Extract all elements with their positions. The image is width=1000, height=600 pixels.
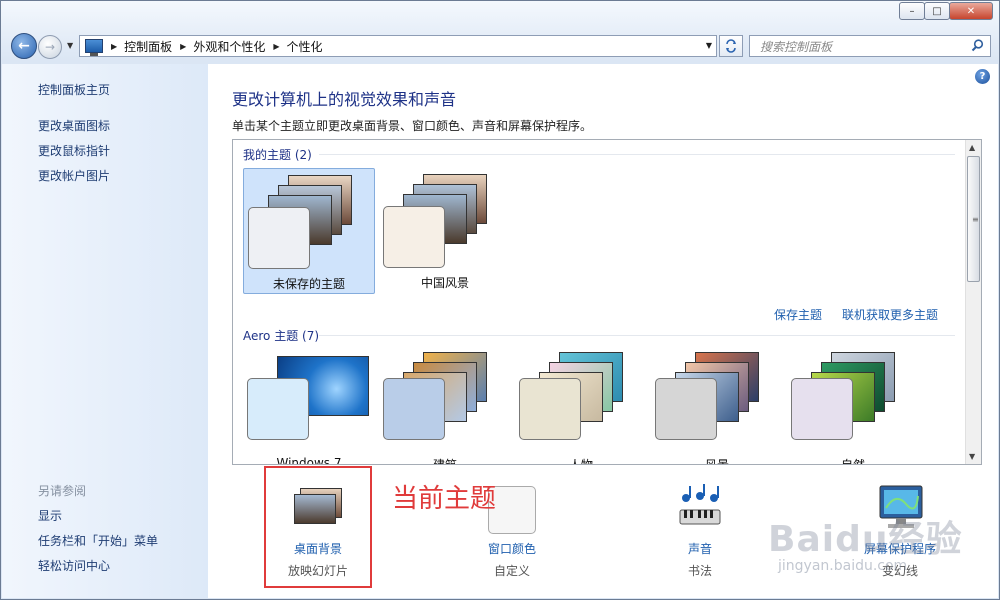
theme-color-swatch — [655, 378, 717, 440]
theme-label: 建筑 — [432, 458, 457, 465]
sidebar: 控制面板主页 更改桌面图标 更改鼠标指针 更改帐户图片 另请参阅 显示 任务栏和… — [2, 64, 208, 598]
search-icon[interactable] — [971, 39, 984, 52]
sidebar-link-taskbar[interactable]: 任务栏和「开始」菜单 — [38, 532, 158, 549]
theme-label: 自然 — [840, 458, 865, 465]
close-button[interactable]: ✕ — [949, 2, 993, 20]
scroll-grip-icon: ≡ — [972, 215, 979, 224]
breadcrumb-personalization[interactable]: 个性化 — [287, 38, 323, 55]
sidebar-link-ease-of-access[interactable]: 轻松访问中心 — [38, 557, 110, 574]
theme-windows-7[interactable]: Windows 7 — [243, 350, 375, 465]
music-notes-icon — [679, 484, 721, 525]
theme-label: Windows 7 — [276, 456, 342, 465]
theme-label: 人物 — [568, 458, 593, 465]
search-input[interactable]: 搜索控制面板 — [749, 35, 991, 57]
theme-architecture[interactable]: 建筑 — [379, 350, 511, 465]
back-button[interactable]: ← — [11, 33, 37, 59]
sounds-item[interactable]: 声音 书法 — [650, 474, 750, 584]
sounds-value: 书法 — [687, 564, 712, 578]
refresh-icon — [726, 39, 736, 53]
theme-unsaved[interactable]: 未保存的主题 — [243, 168, 375, 294]
sidebar-link-mouse-pointers[interactable]: 更改鼠标指针 — [38, 142, 110, 159]
theme-color-swatch — [248, 207, 310, 269]
chevron-right-icon[interactable]: ▶ — [111, 42, 117, 51]
address-bar[interactable]: ▶ 控制面板 ▶ 外观和个性化 ▶ 个性化 ▼ — [79, 35, 717, 57]
window-color-value: 自定义 — [493, 564, 530, 578]
refresh-button[interactable] — [719, 35, 743, 57]
group-divider — [319, 335, 955, 336]
maximize-button[interactable]: □ — [924, 2, 950, 20]
see-also-heading: 另请参阅 — [38, 484, 87, 498]
window-color-label[interactable]: 窗口颜色 — [462, 540, 562, 557]
sounds-label[interactable]: 声音 — [650, 540, 750, 557]
theme-color-swatch — [383, 206, 445, 268]
annotation-highlight-box — [264, 466, 372, 588]
main-content: ? 更改计算机上的视觉效果和声音 单击某个主题立即更改桌面背景、窗口颜色、声音和… — [208, 64, 998, 598]
sidebar-link-display[interactable]: 显示 — [38, 507, 62, 524]
minimize-button[interactable]: – — [899, 2, 925, 20]
sidebar-link-control-panel-home[interactable]: 控制面板主页 — [38, 81, 110, 98]
control-panel-icon — [85, 39, 103, 56]
personalization-window: – □ ✕ ← → ▼ ▶ 控制面板 ▶ 外观和个性化 ▶ 个性化 ▼ 搜索控制… — [0, 0, 1000, 600]
breadcrumb-control-panel[interactable]: 控制面板 — [124, 38, 172, 55]
search-placeholder: 搜索控制面板 — [760, 39, 833, 54]
title-bar: – □ ✕ — [1, 1, 999, 29]
theme-label: 未保存的主题 — [272, 277, 345, 291]
scroll-up-icon[interactable]: ▲ — [969, 143, 975, 152]
theme-label: 中国风景 — [420, 276, 469, 290]
theme-label: 风景 — [704, 458, 729, 465]
theme-color-swatch — [519, 378, 581, 440]
annotation-current-theme: 当前主题 — [392, 484, 497, 514]
scroll-thumb[interactable]: ≡ — [967, 156, 980, 282]
watermark-url: jingyan.baidu.com — [778, 558, 908, 574]
forward-button[interactable]: → — [38, 35, 62, 59]
sidebar-link-desktop-icons[interactable]: 更改桌面图标 — [38, 117, 110, 134]
theme-color-swatch — [791, 378, 853, 440]
theme-color-swatch — [247, 378, 309, 440]
chevron-right-icon[interactable]: ▶ — [180, 42, 186, 51]
page-title: 更改计算机上的视觉效果和声音 — [232, 90, 457, 109]
watermark-logo: Baidu经验 — [768, 519, 963, 560]
recent-pages-dropdown-icon[interactable]: ▼ — [67, 41, 73, 50]
theme-color-swatch — [383, 378, 445, 440]
breadcrumb-appearance[interactable]: 外观和个性化 — [193, 38, 265, 55]
save-theme-link[interactable]: 保存主题 — [774, 306, 822, 323]
group-divider — [319, 154, 955, 155]
theme-landscapes[interactable]: 风景 — [651, 350, 783, 465]
theme-china-landscape[interactable]: 中国风景 — [379, 168, 511, 294]
sidebar-link-account-picture[interactable]: 更改帐户图片 — [38, 167, 110, 184]
theme-list: 我的主题 (2) 未保存的主题 中国风景 保存主题 联机获取更多主题 Aero … — [232, 139, 982, 465]
address-history-dropdown-icon[interactable]: ▼ — [706, 41, 712, 50]
help-icon[interactable]: ? — [975, 69, 990, 84]
window-controls: – □ ✕ — [899, 2, 993, 20]
scroll-down-icon[interactable]: ▼ — [969, 452, 975, 461]
breadcrumb: ▶ 控制面板 ▶ 外观和个性化 ▶ 个性化 — [103, 38, 323, 55]
get-more-themes-link[interactable]: 联机获取更多主题 — [842, 306, 938, 323]
navigation-bar: ← → ▼ ▶ 控制面板 ▶ 外观和个性化 ▶ 个性化 ▼ 搜索控制面板 — [1, 30, 999, 62]
theme-list-scrollbar[interactable]: ▲ ≡ ▼ — [965, 140, 981, 464]
theme-nature[interactable]: 自然 — [787, 350, 919, 465]
theme-characters[interactable]: 人物 — [515, 350, 647, 465]
chevron-right-icon[interactable]: ▶ — [273, 42, 279, 51]
my-themes-heading: 我的主题 (2) — [243, 148, 312, 162]
aero-themes-heading: Aero 主题 (7) — [243, 329, 320, 343]
page-subtitle: 单击某个主题立即更改桌面背景、窗口颜色、声音和屏幕保护程序。 — [232, 119, 593, 133]
